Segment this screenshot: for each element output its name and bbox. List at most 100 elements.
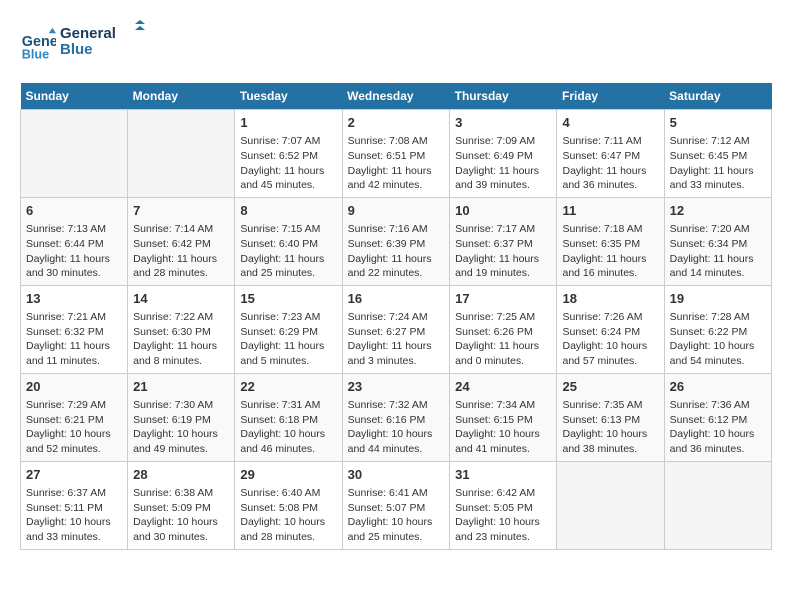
svg-text:General: General: [60, 25, 116, 42]
day-number: 12: [670, 202, 766, 220]
calendar-cell: [664, 461, 771, 549]
weekday-header-sunday: Sunday: [21, 83, 128, 110]
day-number: 24: [455, 378, 551, 396]
svg-text:Blue: Blue: [22, 47, 49, 61]
day-info: Sunrise: 7:25 AMSunset: 6:26 PMDaylight:…: [455, 310, 551, 369]
day-number: 2: [348, 114, 445, 132]
day-number: 28: [133, 466, 229, 484]
day-number: 7: [133, 202, 229, 220]
day-number: 30: [348, 466, 445, 484]
weekday-header-tuesday: Tuesday: [235, 83, 342, 110]
calendar-table: SundayMondayTuesdayWednesdayThursdayFrid…: [20, 83, 772, 550]
day-number: 10: [455, 202, 551, 220]
calendar-cell: 14Sunrise: 7:22 AMSunset: 6:30 PMDayligh…: [128, 285, 235, 373]
calendar-cell: 29 Sunrise: 6:40 AMSunset: 5:08 PMDayligh…: [235, 461, 342, 549]
week-row-1: 6Sunrise: 7:13 AMSunset: 6:44 PMDaylight…: [21, 197, 772, 285]
calendar-cell: 6Sunrise: 7:13 AMSunset: 6:44 PMDaylight…: [21, 197, 128, 285]
calendar-cell: [21, 110, 128, 198]
day-info: Sunrise: 7:36 AMSunset: 6:12 PMDaylight:…: [670, 398, 766, 457]
day-number: 8: [240, 202, 336, 220]
day-info: Sunrise: 7:14 AMSunset: 6:42 PMDaylight:…: [133, 222, 229, 281]
day-number: 11: [562, 202, 658, 220]
week-row-2: 13 Sunrise: 7:21 AMSunset: 6:32 PMDayligh…: [21, 285, 772, 373]
calendar-cell: 22 Sunrise: 7:31 AMSunset: 6:18 PMDayligh…: [235, 373, 342, 461]
day-number: 3: [455, 114, 551, 132]
day-number: 17: [455, 290, 551, 308]
day-info: Sunrise: 7:24 AMSunset: 6:27 PMDaylight:…: [348, 310, 445, 369]
calendar-cell: 15 Sunrise: 7:23 AMSunset: 6:29 PMDayligh…: [235, 285, 342, 373]
calendar-cell: 26 Sunrise: 7:36 AMSunset: 6:12 PMDayligh…: [664, 373, 771, 461]
calendar-cell: 20 Sunrise: 7:29 AMSunset: 6:21 PMDayligh…: [21, 373, 128, 461]
calendar-cell: 11 Sunrise: 7:18 AMSunset: 6:35 PMDayligh…: [557, 197, 664, 285]
day-number: 22: [240, 378, 336, 396]
weekday-header-wednesday: Wednesday: [342, 83, 450, 110]
day-number: 19: [670, 290, 766, 308]
day-info: Sunrise: 7:15 AMSunset: 6:40 PMDaylight:…: [240, 222, 336, 281]
calendar-cell: [557, 461, 664, 549]
calendar-cell: 7 Sunrise: 7:14 AMSunset: 6:42 PMDaylight…: [128, 197, 235, 285]
day-number: 13: [26, 290, 122, 308]
day-number: 27: [26, 466, 122, 484]
logo-icon: General Blue: [20, 26, 56, 62]
day-number: 25: [562, 378, 658, 396]
calendar-cell: 17 Sunrise: 7:25 AMSunset: 6:26 PMDayligh…: [450, 285, 557, 373]
day-info: Sunrise: 7:17 AMSunset: 6:37 PMDaylight:…: [455, 222, 551, 281]
day-number: 21: [133, 378, 229, 396]
day-number: 20: [26, 378, 122, 396]
week-row-4: 27 Sunrise: 6:37 AMSunset: 5:11 PMDayligh…: [21, 461, 772, 549]
day-info: Sunrise: 7:20 AMSunset: 6:34 PMDaylight:…: [670, 222, 766, 281]
day-number: 31: [455, 466, 551, 484]
day-info: Sunrise: 7:12 AMSunset: 6:45 PMDaylight:…: [670, 134, 766, 193]
calendar-cell: 4Sunrise: 7:11 AMSunset: 6:47 PMDaylight…: [557, 110, 664, 198]
day-info: Sunrise: 7:07 AMSunset: 6:52 PMDaylight:…: [240, 134, 336, 193]
calendar-cell: 24 Sunrise: 7:34 AMSunset: 6:15 PMDayligh…: [450, 373, 557, 461]
calendar-cell: 12 Sunrise: 7:20 AMSunset: 6:34 PMDayligh…: [664, 197, 771, 285]
day-info: Sunrise: 6:41 AMSunset: 5:07 PMDaylight:…: [348, 486, 445, 545]
svg-text:Blue: Blue: [60, 41, 93, 58]
calendar-cell: 27 Sunrise: 6:37 AMSunset: 5:11 PMDayligh…: [21, 461, 128, 549]
calendar-cell: [128, 110, 235, 198]
calendar-cell: 25Sunrise: 7:35 AMSunset: 6:13 PMDayligh…: [557, 373, 664, 461]
calendar-cell: 19 Sunrise: 7:28 AMSunset: 6:22 PMDayligh…: [664, 285, 771, 373]
week-row-3: 20 Sunrise: 7:29 AMSunset: 6:21 PMDayligh…: [21, 373, 772, 461]
weekday-header-friday: Friday: [557, 83, 664, 110]
day-info: Sunrise: 7:23 AMSunset: 6:29 PMDaylight:…: [240, 310, 336, 369]
page-header: General Blue General Blue: [20, 20, 772, 67]
week-row-0: 1 Sunrise: 7:07 AMSunset: 6:52 PMDaylight…: [21, 110, 772, 198]
day-number: 16: [348, 290, 445, 308]
day-info: Sunrise: 7:11 AMSunset: 6:47 PMDaylight:…: [562, 134, 658, 193]
day-number: 15: [240, 290, 336, 308]
day-info: Sunrise: 7:16 AMSunset: 6:39 PMDaylight:…: [348, 222, 445, 281]
logo: General Blue General Blue: [20, 20, 150, 67]
day-info: Sunrise: 7:34 AMSunset: 6:15 PMDaylight:…: [455, 398, 551, 457]
calendar-cell: 2 Sunrise: 7:08 AMSunset: 6:51 PMDaylight…: [342, 110, 450, 198]
calendar-cell: 10 Sunrise: 7:17 AMSunset: 6:37 PMDayligh…: [450, 197, 557, 285]
day-info: Sunrise: 7:08 AMSunset: 6:51 PMDaylight:…: [348, 134, 445, 193]
calendar-cell: 3Sunrise: 7:09 AMSunset: 6:49 PMDaylight…: [450, 110, 557, 198]
day-number: 26: [670, 378, 766, 396]
weekday-header-saturday: Saturday: [664, 83, 771, 110]
calendar-cell: 18Sunrise: 7:26 AMSunset: 6:24 PMDayligh…: [557, 285, 664, 373]
day-info: Sunrise: 7:13 AMSunset: 6:44 PMDaylight:…: [26, 222, 122, 281]
calendar-cell: 31 Sunrise: 6:42 AMSunset: 5:05 PMDayligh…: [450, 461, 557, 549]
day-number: 29: [240, 466, 336, 484]
day-info: Sunrise: 7:28 AMSunset: 6:22 PMDaylight:…: [670, 310, 766, 369]
day-info: Sunrise: 7:31 AMSunset: 6:18 PMDaylight:…: [240, 398, 336, 457]
day-number: 5: [670, 114, 766, 132]
day-info: Sunrise: 6:38 AMSunset: 5:09 PMDaylight:…: [133, 486, 229, 545]
day-number: 9: [348, 202, 445, 220]
weekday-header-row: SundayMondayTuesdayWednesdayThursdayFrid…: [21, 83, 772, 110]
calendar-cell: 9 Sunrise: 7:16 AMSunset: 6:39 PMDaylight…: [342, 197, 450, 285]
calendar-cell: 21Sunrise: 7:30 AMSunset: 6:19 PMDayligh…: [128, 373, 235, 461]
day-info: Sunrise: 6:37 AMSunset: 5:11 PMDaylight:…: [26, 486, 122, 545]
day-info: Sunrise: 7:21 AMSunset: 6:32 PMDaylight:…: [26, 310, 122, 369]
logo-svg: General Blue: [60, 20, 150, 62]
weekday-header-monday: Monday: [128, 83, 235, 110]
day-number: 14: [133, 290, 229, 308]
day-info: Sunrise: 7:29 AMSunset: 6:21 PMDaylight:…: [26, 398, 122, 457]
day-info: Sunrise: 7:32 AMSunset: 6:16 PMDaylight:…: [348, 398, 445, 457]
day-number: 1: [240, 114, 336, 132]
day-info: Sunrise: 7:18 AMSunset: 6:35 PMDaylight:…: [562, 222, 658, 281]
day-info: Sunrise: 6:40 AMSunset: 5:08 PMDaylight:…: [240, 486, 336, 545]
day-info: Sunrise: 6:42 AMSunset: 5:05 PMDaylight:…: [455, 486, 551, 545]
